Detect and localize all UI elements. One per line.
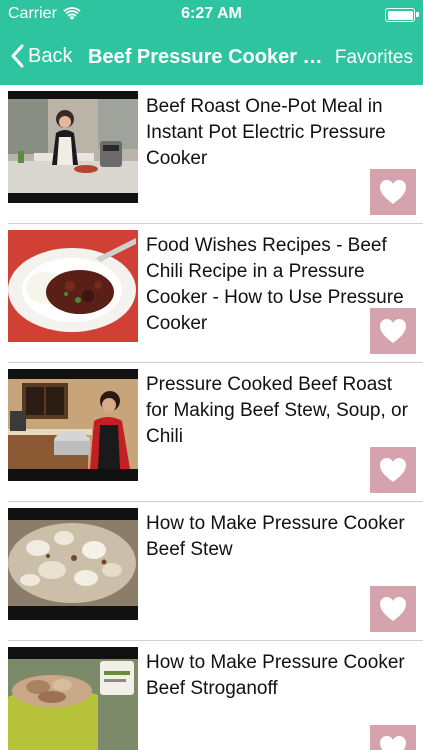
- heart-icon: [380, 736, 406, 750]
- status-bar: Carrier 6:27 AM: [0, 0, 423, 30]
- heart-icon: [380, 597, 406, 621]
- video-thumbnail: [8, 647, 138, 750]
- favorite-button[interactable]: [370, 725, 416, 750]
- video-thumbnail: [8, 91, 138, 203]
- video-title: How to Make Pressure Cooker Beef Stew: [146, 513, 405, 560]
- favorite-button[interactable]: [370, 308, 416, 354]
- video-thumbnail: [8, 230, 138, 342]
- heart-icon: [380, 180, 406, 204]
- favorite-button[interactable]: [370, 169, 416, 215]
- favorite-button[interactable]: [370, 447, 416, 493]
- video-list: Beef Roast One-Pot Meal in Instant Pot E…: [0, 85, 423, 750]
- video-title: Pressure Cooked Beef Roast for Making Be…: [146, 374, 408, 447]
- list-item[interactable]: How to Make Pressure Cooker Beef Strogan…: [0, 641, 423, 750]
- video-thumbnail: [8, 369, 138, 481]
- list-item[interactable]: How to Make Pressure Cooker Beef Stew: [0, 502, 423, 641]
- favorites-button[interactable]: Favorites: [335, 47, 413, 69]
- video-thumbnail: [8, 508, 138, 620]
- favorite-button[interactable]: [370, 586, 416, 632]
- list-item[interactable]: Beef Roast One-Pot Meal in Instant Pot E…: [0, 85, 423, 224]
- video-title: Beef Roast One-Pot Meal in Instant Pot E…: [146, 96, 386, 169]
- navigation-bar: Back Beef Pressure Cooker Recipes Favori…: [0, 34, 423, 84]
- heart-icon: [380, 319, 406, 343]
- video-title: How to Make Pressure Cooker Beef Strogan…: [146, 652, 405, 699]
- list-item[interactable]: Food Wishes Recipes - Beef Chili Recipe …: [0, 224, 423, 363]
- page-title: Beef Pressure Cooker Recipes: [88, 46, 334, 68]
- heart-icon: [380, 458, 406, 482]
- chevron-left-icon: [11, 44, 24, 68]
- clock: 6:27 AM: [181, 5, 242, 22]
- back-button[interactable]: Back: [10, 44, 72, 68]
- back-label: Back: [28, 44, 73, 67]
- app-header: Carrier 6:27 AM Back Beef Pressure Cooke…: [0, 0, 423, 85]
- list-item[interactable]: Pressure Cooked Beef Roast for Making Be…: [0, 363, 423, 502]
- battery-icon: [385, 8, 419, 22]
